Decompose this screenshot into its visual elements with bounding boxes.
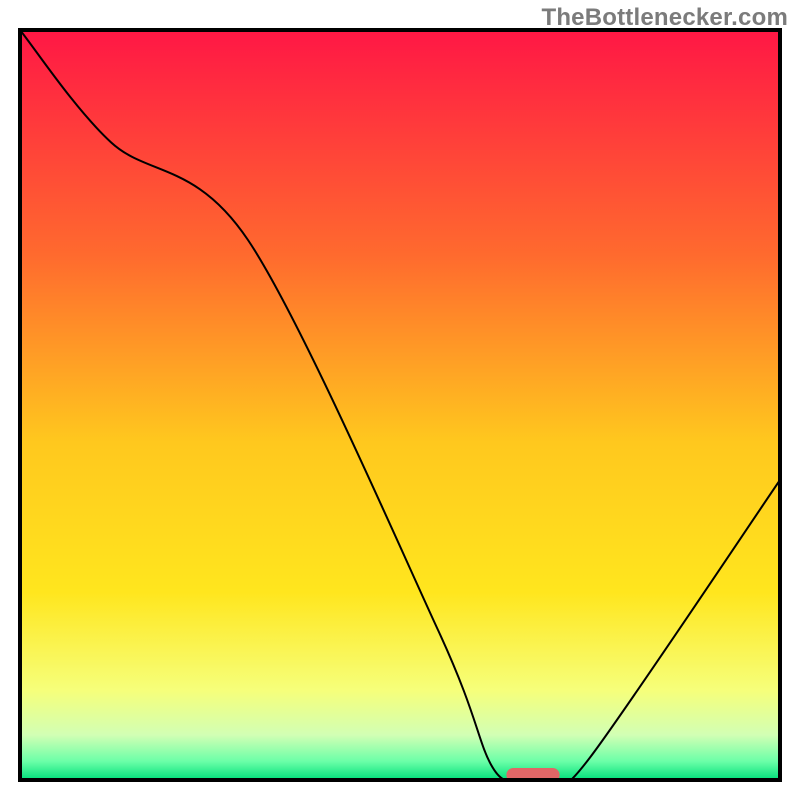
watermark: TheBottlenecker.com: [541, 4, 788, 32]
chart-container: TheBottlenecker.com: [0, 0, 800, 800]
gradient-background: [20, 30, 780, 780]
bottleneck-chart: [0, 0, 800, 800]
